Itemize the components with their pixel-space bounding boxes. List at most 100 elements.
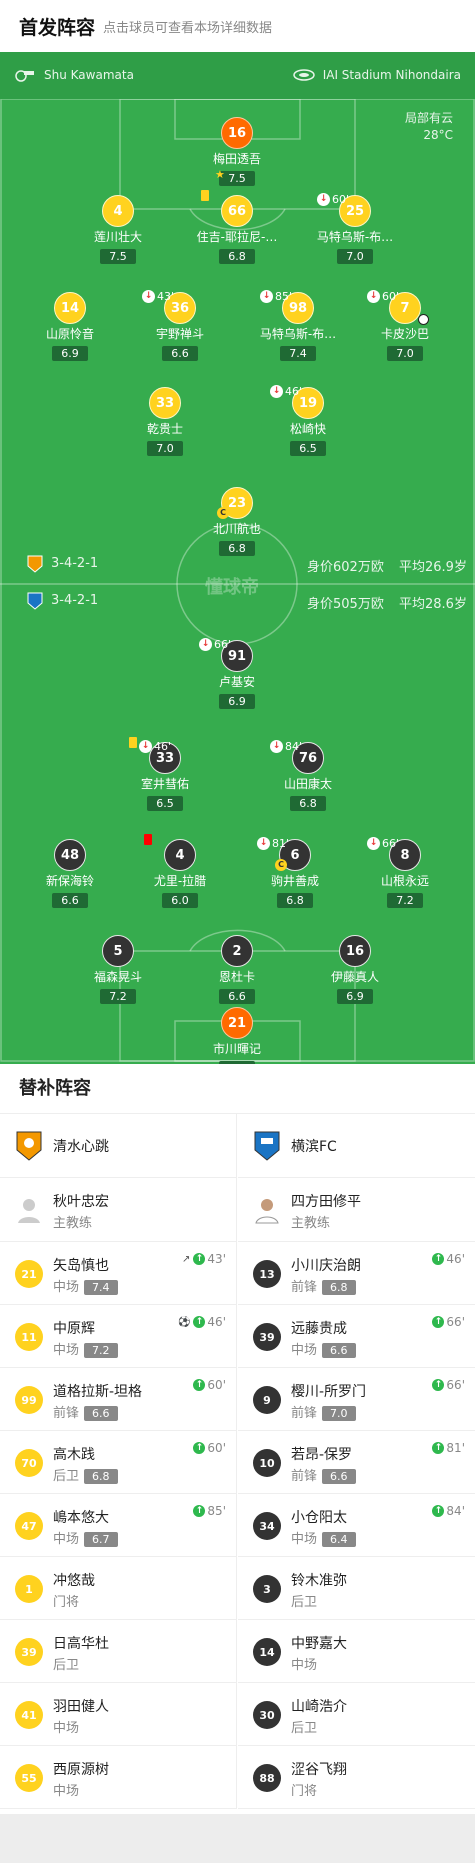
rating-wrap: 7.2	[345, 889, 465, 908]
away-player[interactable]: 4 尤里-拉腊 6.0	[120, 834, 240, 908]
sub-player-name: 涩谷飞翔	[291, 1762, 347, 1778]
away-player[interactable]: 6 ↓ 81' 驹井善成 6.8 C	[235, 837, 355, 908]
away-team-logo-icon	[254, 1131, 280, 1161]
sub-player-row[interactable]: 70 高木践 后卫 6.8 ↑ 60'	[0, 1431, 236, 1494]
player-rating: 6.6	[162, 346, 198, 361]
jersey-number: 30	[253, 1701, 281, 1729]
away-player[interactable]: 48 新保海铃 6.6	[10, 839, 130, 908]
sub-player-row[interactable]: 39 远藤贵成 中场 6.6 ↑ 66'	[238, 1305, 475, 1368]
sub-off-icon: ↓	[260, 290, 273, 303]
jersey-number: 47	[15, 1512, 43, 1540]
player-rating: 6.6	[52, 893, 88, 908]
position-label: 中场	[53, 1343, 80, 1358]
jersey-number: 4	[102, 195, 134, 227]
sub-player-row[interactable]: 9 樱川-所罗门 前锋 7.0 ↑ 66'	[238, 1368, 475, 1431]
home-player[interactable]: 36 ↓ 43' 宇野禅斗 6.6	[120, 290, 240, 361]
substitution-info: ↓ 43'	[142, 290, 174, 303]
away-player[interactable]: 8 ↓ 66' 山根永远 7.2	[345, 837, 465, 908]
substitution-info: ↓ 46'	[270, 385, 302, 398]
home-player[interactable]: 98 ↓ 85' 马特乌斯-布… 7.4	[238, 290, 358, 361]
away-player[interactable]: 91 ↓ 66' 卢基安 6.9	[177, 638, 297, 709]
sub-player-row[interactable]: 39 日高华杜 后卫	[0, 1620, 236, 1683]
sub-in-minute: 84'	[446, 1504, 465, 1518]
stadium-name: IAI Stadium Nihondaira	[322, 68, 461, 82]
away-player[interactable]: 2 恩杜卡 6.6	[177, 935, 297, 1004]
sub-in-info: ↑ 60'	[193, 1378, 226, 1392]
away-avg-age: 平均28.6岁	[399, 597, 467, 612]
home-player[interactable]: 66 住吉-耶拉尼-… 6.8	[177, 190, 297, 264]
position-label: 中场	[53, 1721, 80, 1736]
home-player[interactable]: 19 ↓ 46' 松崎快 6.5	[248, 385, 368, 456]
sub-player-row[interactable]: 3 铃木准弥 后卫	[238, 1557, 475, 1620]
rating-wrap: 6.5	[105, 792, 225, 811]
sub-player-rating: 6.8	[84, 1469, 118, 1484]
sub-player-row[interactable]: 88 涩谷飞翔 门将	[238, 1746, 475, 1809]
sub-player-row[interactable]: 55 西原源树 中场	[0, 1746, 236, 1809]
goal-icon: ⚽	[177, 1316, 191, 1328]
player-name: 室井彗佑	[140, 777, 189, 791]
sub-player-position: 前锋 6.6	[291, 1465, 356, 1484]
sub-player-position: 后卫	[291, 1717, 317, 1736]
sub-player-name: 羽田健人	[53, 1699, 109, 1715]
assist-icon: ↗	[182, 1253, 191, 1265]
sub-player-position: 前锋 6.8	[291, 1276, 356, 1295]
rating-wrap: 7.2	[58, 985, 178, 1004]
player-rating: 6.9	[219, 694, 255, 709]
home-player[interactable]: 23 北川航也 6.8 C	[177, 487, 297, 556]
sub-player-name: 矢岛慎也	[53, 1258, 109, 1274]
sub-player-row[interactable]: 1 冲悠哉 门将	[0, 1557, 236, 1620]
sub-player-row[interactable]: 99 道格拉斯-坦格 前锋 6.6 ↑ 60'	[0, 1368, 236, 1431]
away-player[interactable]: 16 伊藤真人 6.9	[295, 935, 415, 1004]
whistle-icon	[15, 70, 34, 82]
sub-player-row[interactable]: 13 小川庆治朗 前锋 6.8 ↑ 46'	[238, 1242, 475, 1305]
sub-player-name: 中野嘉大	[291, 1636, 347, 1652]
sub-player-row[interactable]: 11 中原辉 中场 7.2 ⚽ ↑ 46'	[0, 1305, 236, 1368]
sub-in-info: ↑ 60'	[193, 1441, 226, 1455]
player-name: 恩杜卡	[218, 970, 255, 984]
away-player[interactable]: 5 福森晃斗 7.2	[58, 935, 178, 1004]
home-player[interactable]: 33 乾贵士 7.0	[105, 387, 225, 456]
away-formation: 3-4-2-1	[51, 593, 99, 608]
away-player[interactable]: 76 ↓ 84' 山田康太 6.8	[248, 740, 368, 811]
player-rating: 6.8	[277, 893, 313, 908]
sub-in-minute: 81'	[446, 1441, 465, 1455]
match-info-bar: Shu Kawamata IAI Stadium Nihondaira	[0, 52, 475, 99]
sub-off-icon: ↓	[367, 837, 380, 850]
sub-player-rating: 6.4	[322, 1532, 356, 1547]
home-player[interactable]: 7 ↓ 60' 卡皮沙巴 7.0	[345, 290, 465, 361]
player-name: 市川暉记	[212, 1042, 261, 1056]
sub-player-row[interactable]: 30 山崎浩介 后卫	[238, 1683, 475, 1746]
page-header: 首发阵容 点击球员可查看本场详细数据	[0, 0, 475, 52]
home-subs-team[interactable]: 清水心跳	[0, 1114, 236, 1178]
sub-player-row[interactable]: 21 矢岛慎也 中场 7.4 ↗ ↑ 43'	[0, 1242, 236, 1305]
away-player[interactable]: 33 ↓ 46' 室井彗佑 6.5	[105, 737, 225, 811]
sub-player-position: 后卫	[53, 1654, 79, 1673]
player-rating: 6.5	[147, 796, 183, 811]
sub-on-icon: ↑	[193, 1442, 206, 1454]
sub-player-row[interactable]: 10 若昂-保罗 前锋 6.6 ↑ 81'	[238, 1431, 475, 1494]
sub-in-minute: 43'	[207, 1252, 226, 1266]
jersey-number: 13	[253, 1260, 281, 1288]
sub-player-row[interactable]: 34 小仓阳太 中场 6.4 ↑ 84'	[238, 1494, 475, 1557]
sub-player-position: 中场	[53, 1717, 79, 1736]
sub-player-position: 中场 6.7	[53, 1528, 118, 1547]
position-label: 前锋	[291, 1406, 318, 1421]
home-value: 身价602万欧	[307, 560, 384, 575]
rating-wrap: 6.0	[120, 889, 240, 908]
home-player[interactable]: 16 梅田透吾 7.5 ★	[177, 117, 297, 186]
position-label: 中场	[53, 1532, 80, 1547]
home-player[interactable]: 25 ↓ 60' 马特乌斯-布… 7.0	[295, 193, 415, 264]
home-coach[interactable]: 秋叶忠宏 主教练	[0, 1178, 236, 1242]
home-player[interactable]: 14 山原怜音 6.9	[10, 292, 130, 361]
sub-player-row[interactable]: 47 嶋本悠大 中场 6.7 ↑ 85'	[0, 1494, 236, 1557]
home-player[interactable]: 4 莲川壮大 7.5	[58, 195, 178, 264]
sub-player-row[interactable]: 14 中野嘉大 中场	[238, 1620, 475, 1683]
away-subs-team[interactable]: 横滨FC	[238, 1114, 475, 1178]
away-coach[interactable]: 四方田修平 主教练	[238, 1178, 475, 1242]
away-player[interactable]: 21 市川暉记6.5	[177, 1007, 297, 1064]
temperature: 28°C	[423, 128, 453, 142]
substitution-info: ↓ 46'	[139, 740, 171, 753]
position-label: 后卫	[53, 1658, 80, 1673]
sub-player-position: 中场 7.4	[53, 1276, 118, 1295]
sub-player-row[interactable]: 41 羽田健人 中场	[0, 1683, 236, 1746]
